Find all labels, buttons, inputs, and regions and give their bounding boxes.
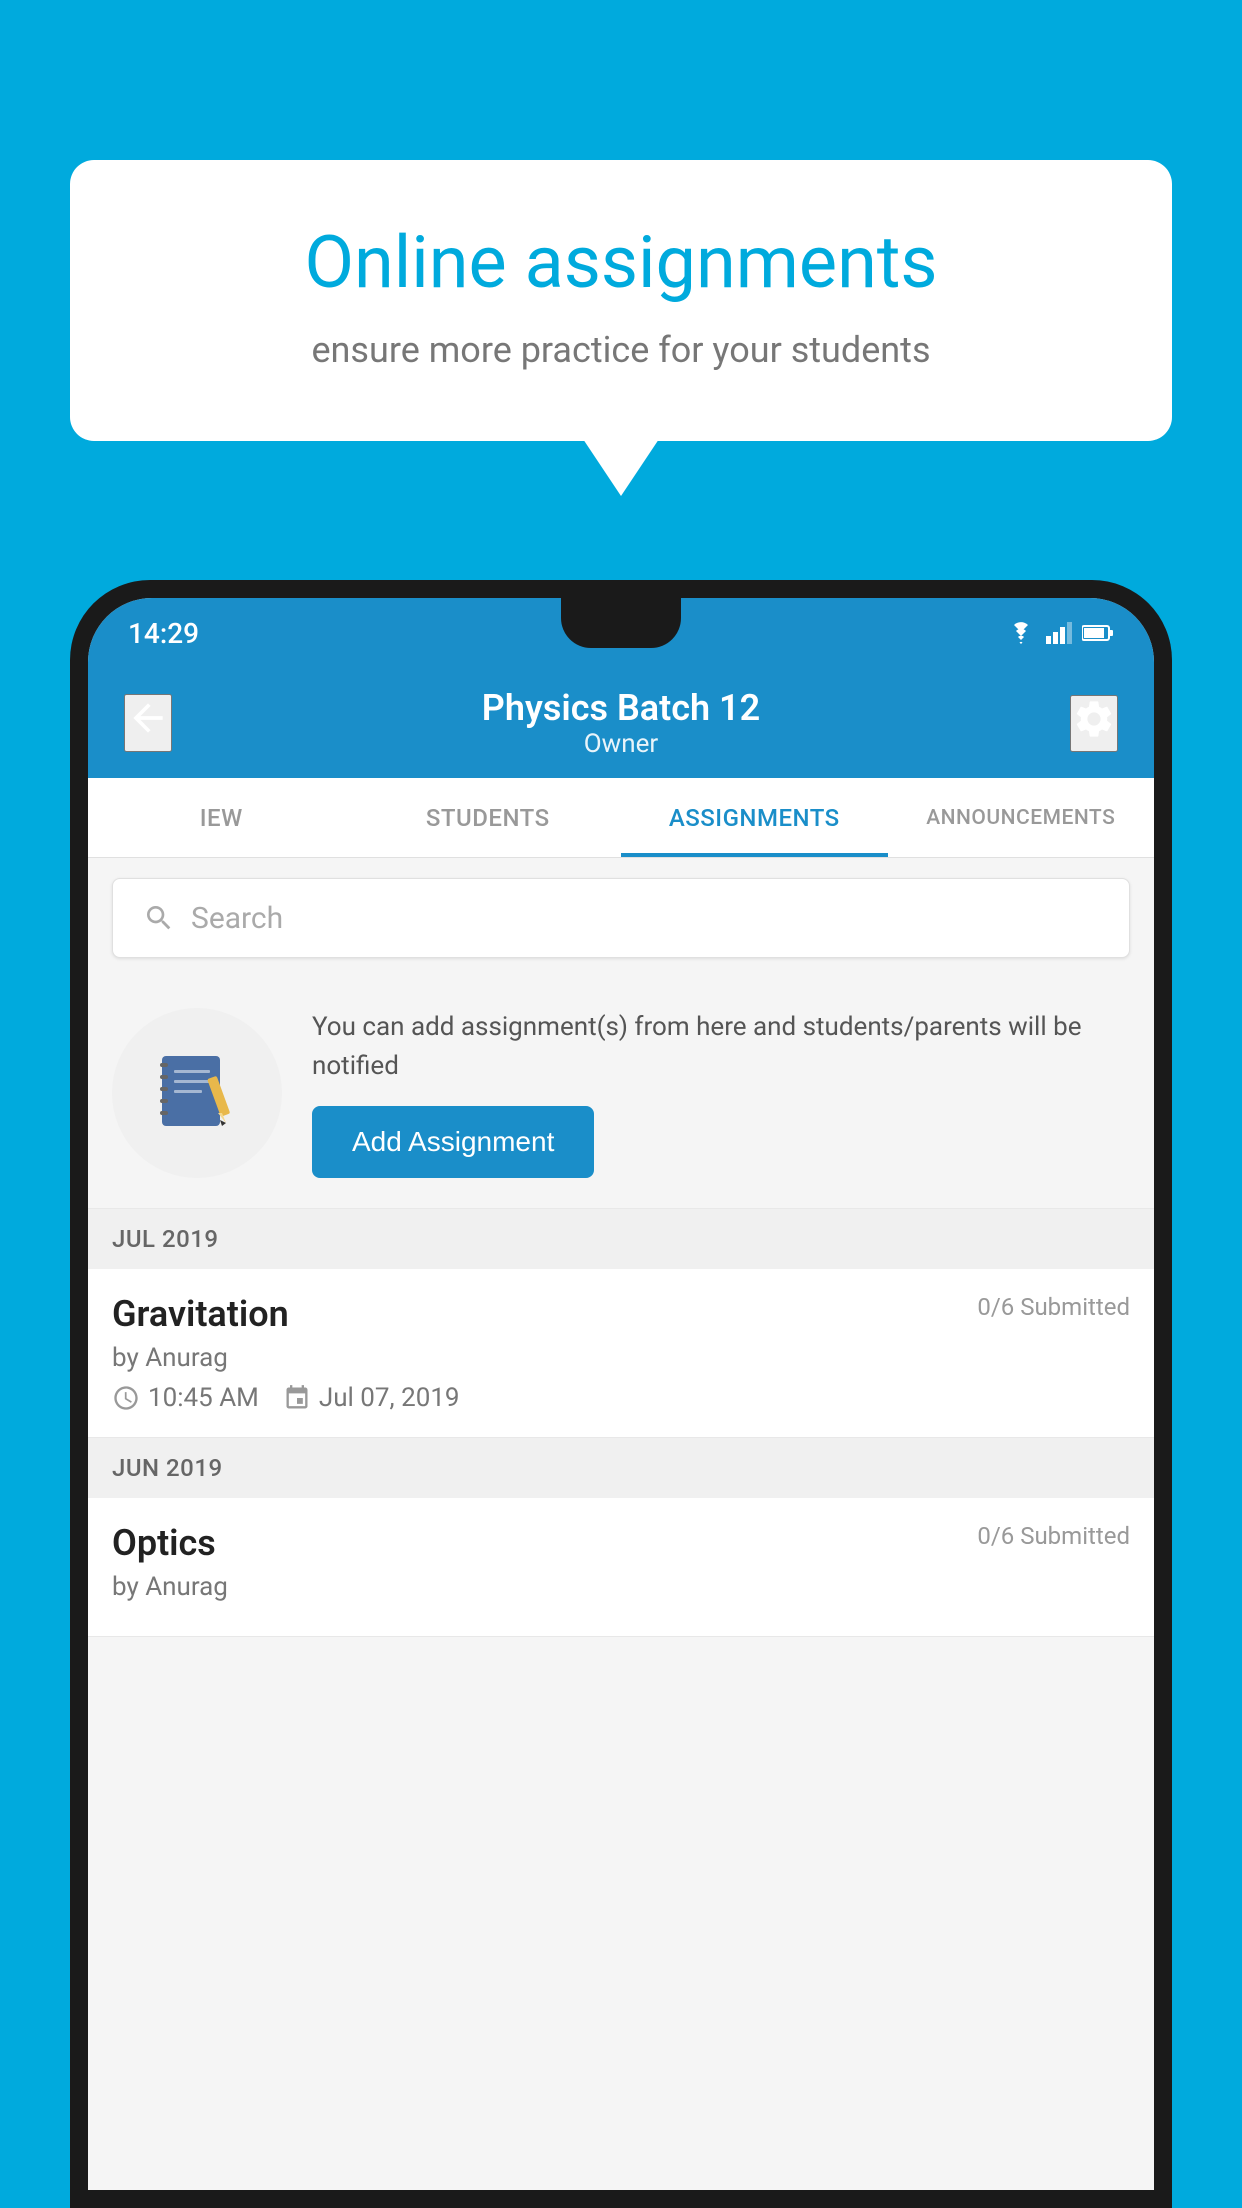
gear-icon bbox=[1072, 697, 1116, 741]
section-header-jun: JUN 2019 bbox=[88, 1438, 1154, 1498]
tab-students[interactable]: STUDENTS bbox=[355, 778, 622, 857]
promo-icon-circle bbox=[112, 1008, 282, 1178]
clock-icon bbox=[112, 1384, 140, 1412]
wifi-icon bbox=[1006, 622, 1036, 644]
search-bar[interactable]: Search bbox=[112, 878, 1130, 958]
assignment-author: by Anurag bbox=[112, 1343, 1130, 1373]
back-button[interactable] bbox=[124, 694, 172, 752]
assignment-time-text: 10:45 AM bbox=[148, 1383, 259, 1413]
assignment-optics-title: Optics bbox=[112, 1522, 216, 1564]
phone-inner: 14:29 bbox=[88, 598, 1154, 2190]
tab-announcements[interactable]: ANNOUNCEMENTS bbox=[888, 778, 1155, 857]
promo-section: You can add assignment(s) from here and … bbox=[88, 978, 1154, 1209]
notch bbox=[561, 598, 681, 648]
promo-text-section: You can add assignment(s) from here and … bbox=[312, 1008, 1130, 1178]
add-assignment-button[interactable]: Add Assignment bbox=[312, 1106, 594, 1178]
battery-icon bbox=[1082, 624, 1114, 642]
assignment-submitted: 0/6 Submitted bbox=[977, 1293, 1130, 1321]
assignment-optics-submitted: 0/6 Submitted bbox=[977, 1522, 1130, 1550]
tab-iew[interactable]: IEW bbox=[88, 778, 355, 857]
assignment-time: 10:45 AM bbox=[112, 1383, 259, 1413]
assignment-title: Gravitation bbox=[112, 1293, 289, 1335]
status-time: 14:29 bbox=[128, 617, 199, 650]
app-bar-subtitle: Owner bbox=[482, 729, 760, 759]
speech-bubble-title: Online assignments bbox=[150, 220, 1092, 305]
assignment-item-gravitation[interactable]: Gravitation 0/6 Submitted by Anurag 10:4… bbox=[88, 1269, 1154, 1438]
signal-icon bbox=[1046, 622, 1072, 644]
status-icons bbox=[1006, 622, 1114, 644]
app-bar-center: Physics Batch 12 Owner bbox=[482, 687, 760, 759]
calendar-icon bbox=[283, 1384, 311, 1412]
assignment-meta: 10:45 AM Jul 07, 2019 bbox=[112, 1383, 1130, 1413]
assignment-item-optics[interactable]: Optics 0/6 Submitted by Anurag bbox=[88, 1498, 1154, 1637]
status-bar: 14:29 bbox=[88, 598, 1154, 668]
tab-assignments[interactable]: ASSIGNMENTS bbox=[621, 778, 888, 857]
search-icon bbox=[143, 902, 175, 934]
notebook-icon bbox=[152, 1048, 242, 1138]
tabs: IEW STUDENTS ASSIGNMENTS ANNOUNCEMENTS bbox=[88, 778, 1154, 858]
phone-frame: 14:29 bbox=[70, 580, 1172, 2208]
assignment-item-optics-header: Optics 0/6 Submitted bbox=[112, 1522, 1130, 1564]
promo-description: You can add assignment(s) from here and … bbox=[312, 1008, 1130, 1086]
assignment-date-text: Jul 07, 2019 bbox=[319, 1383, 460, 1413]
search-placeholder: Search bbox=[191, 901, 283, 936]
speech-bubble-container: Online assignments ensure more practice … bbox=[70, 160, 1172, 441]
back-arrow-icon bbox=[126, 696, 170, 740]
speech-bubble: Online assignments ensure more practice … bbox=[70, 160, 1172, 441]
app-bar: Physics Batch 12 Owner bbox=[88, 668, 1154, 778]
assignment-optics-author: by Anurag bbox=[112, 1572, 1130, 1602]
assignment-item-header: Gravitation 0/6 Submitted bbox=[112, 1293, 1130, 1335]
app-bar-title: Physics Batch 12 bbox=[482, 687, 760, 729]
assignment-date: Jul 07, 2019 bbox=[283, 1383, 460, 1413]
section-header-jul: JUL 2019 bbox=[88, 1209, 1154, 1269]
settings-button[interactable] bbox=[1070, 695, 1118, 752]
speech-bubble-subtitle: ensure more practice for your students bbox=[150, 329, 1092, 371]
